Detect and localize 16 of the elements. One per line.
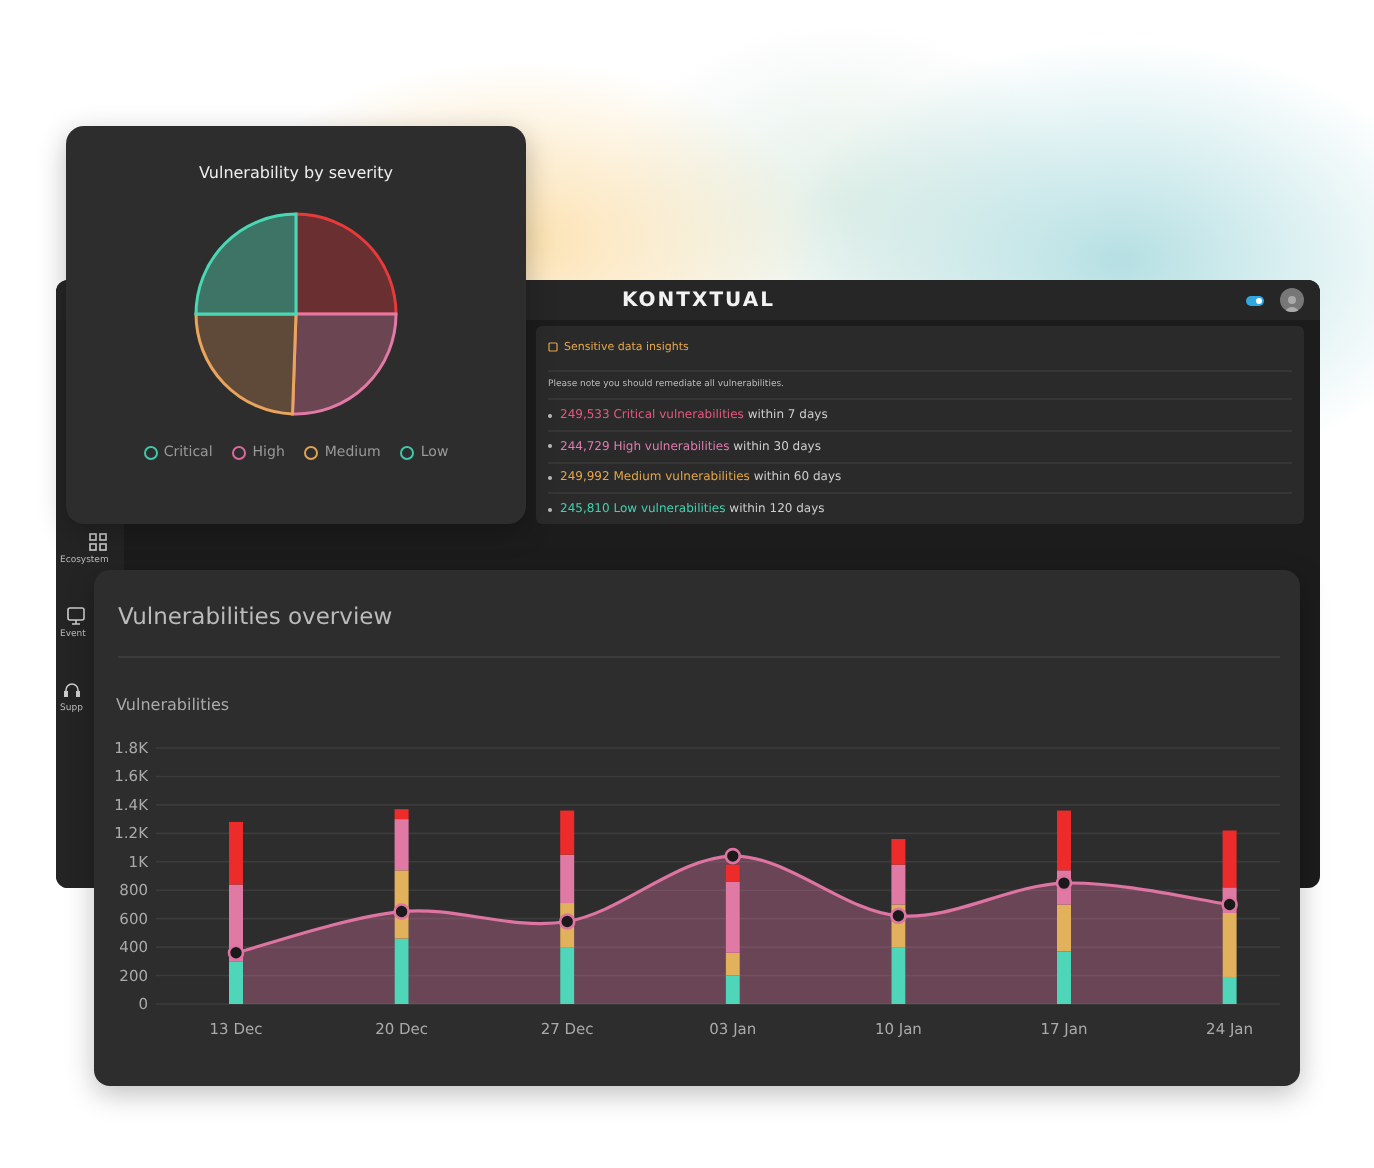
grid-icon [88, 532, 109, 552]
logo: KONTXTUAL [622, 289, 775, 311]
card-title: Vulnerability by severity [198, 164, 394, 182]
card-title: Vulnerabilities overview [118, 602, 393, 630]
toggle-switch[interactable] [1246, 295, 1264, 305]
headset-icon [62, 680, 83, 700]
data-point [227, 944, 245, 962]
data-point [1055, 874, 1073, 892]
avatar-icon[interactable] [1280, 288, 1304, 312]
data-point [393, 903, 410, 920]
data-point [1221, 896, 1238, 913]
data-point [724, 847, 742, 865]
monitor-icon [65, 606, 86, 626]
data-point [558, 913, 576, 930]
data-point [890, 907, 907, 925]
chart-title: Vulnerabilities [116, 696, 230, 714]
